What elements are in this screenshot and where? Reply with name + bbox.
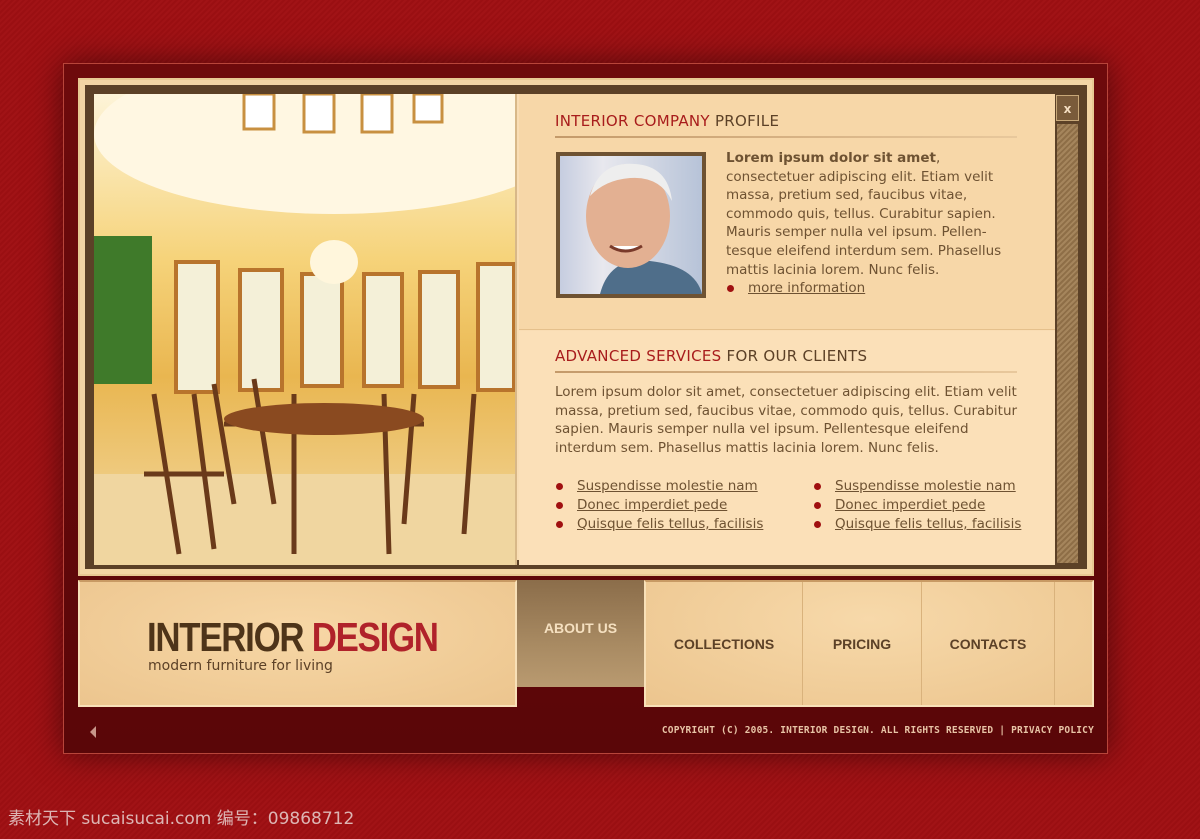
bullet-icon xyxy=(814,482,821,490)
list-item: Quisque felis tellus, facilisis xyxy=(556,515,763,534)
dining-room-photo xyxy=(94,94,517,565)
nav-pricing[interactable]: PRICING xyxy=(803,582,922,705)
logo[interactable]: INTERIOR DESIGN modern furniture for liv… xyxy=(78,580,517,707)
bullet-icon xyxy=(727,284,734,292)
service-link[interactable]: Suspendisse molestie nam xyxy=(835,478,1016,494)
service-link[interactable]: Donec imperdiet pede xyxy=(835,497,985,513)
nav-about-us[interactable]: ABOUT US xyxy=(517,580,644,687)
services-section: ADVANCED SERVICES FOR OUR CLIENTS Lorem … xyxy=(519,331,1055,565)
list-item: Quisque felis tellus, facilisis xyxy=(814,515,1021,534)
watermark: 素材天下 sucaisucai.com 编号：09868712 xyxy=(8,809,355,829)
services-text: Lorem ipsum dolor sit amet, consectetuer… xyxy=(555,384,1018,456)
bullet-icon xyxy=(814,520,821,528)
footer: COPYRIGHT (C) 2005. INTERIOR DESIGN. ALL… xyxy=(78,718,1094,746)
nav-contacts[interactable]: CONTACTS xyxy=(922,582,1055,705)
service-link[interactable]: Donec imperdiet pede xyxy=(577,497,727,513)
bullet-icon xyxy=(556,501,563,509)
arrow-left-icon[interactable] xyxy=(90,726,96,738)
nav-collections[interactable]: COLLECTIONS xyxy=(646,582,803,705)
divider xyxy=(555,371,1017,373)
bullet-icon xyxy=(556,482,563,490)
content-panel: INTERIOR COMPANY PROFILE Lorem ipsum dol… xyxy=(78,78,1094,576)
list-item: Donec imperdiet pede xyxy=(814,496,1021,515)
profile-heading: INTERIOR COMPANY PROFILE xyxy=(555,112,780,130)
navigation-bar: INTERIOR DESIGN modern furniture for liv… xyxy=(78,580,1094,708)
logo-title: INTERIOR DESIGN xyxy=(147,614,439,660)
scrollbar[interactable]: x xyxy=(1055,94,1080,565)
logo-tagline: modern furniture for living xyxy=(148,658,333,674)
list-item: Donec imperdiet pede xyxy=(556,496,763,515)
close-button[interactable]: x xyxy=(1056,95,1079,121)
services-heading: ADVANCED SERVICES FOR OUR CLIENTS xyxy=(555,347,868,365)
bullet-icon xyxy=(814,501,821,509)
copyright-text: COPYRIGHT (C) 2005. INTERIOR DESIGN. ALL… xyxy=(661,725,994,736)
services-links-right: Suspendisse molestie nam Donec imperdiet… xyxy=(814,477,1021,534)
list-item: Suspendisse molestie nam xyxy=(814,477,1021,496)
privacy-policy-link[interactable]: PRIVACY POLICY xyxy=(1011,725,1094,736)
list-item: Suspendisse molestie nam xyxy=(556,477,763,496)
portrait-photo xyxy=(556,152,706,298)
service-link[interactable]: Suspendisse molestie nam xyxy=(577,478,758,494)
scrollbar-track[interactable] xyxy=(1057,124,1078,563)
service-link[interactable]: Quisque felis tellus, facilisis xyxy=(577,516,763,532)
bullet-icon xyxy=(556,520,563,528)
services-links-left: Suspendisse molestie nam Donec imperdiet… xyxy=(556,477,763,534)
nav-menu: COLLECTIONS PRICING CONTACTS xyxy=(644,580,1094,707)
divider xyxy=(555,136,1017,138)
company-profile-section: INTERIOR COMPANY PROFILE Lorem ipsum dol… xyxy=(519,94,1055,330)
service-link[interactable]: Quisque felis tellus, facilisis xyxy=(835,516,1021,532)
profile-text: Lorem ipsum dolor sit amet, consectetuer… xyxy=(726,150,1002,278)
more-information-link[interactable]: more information xyxy=(748,280,865,296)
more-information-link-row: more information xyxy=(727,280,865,296)
